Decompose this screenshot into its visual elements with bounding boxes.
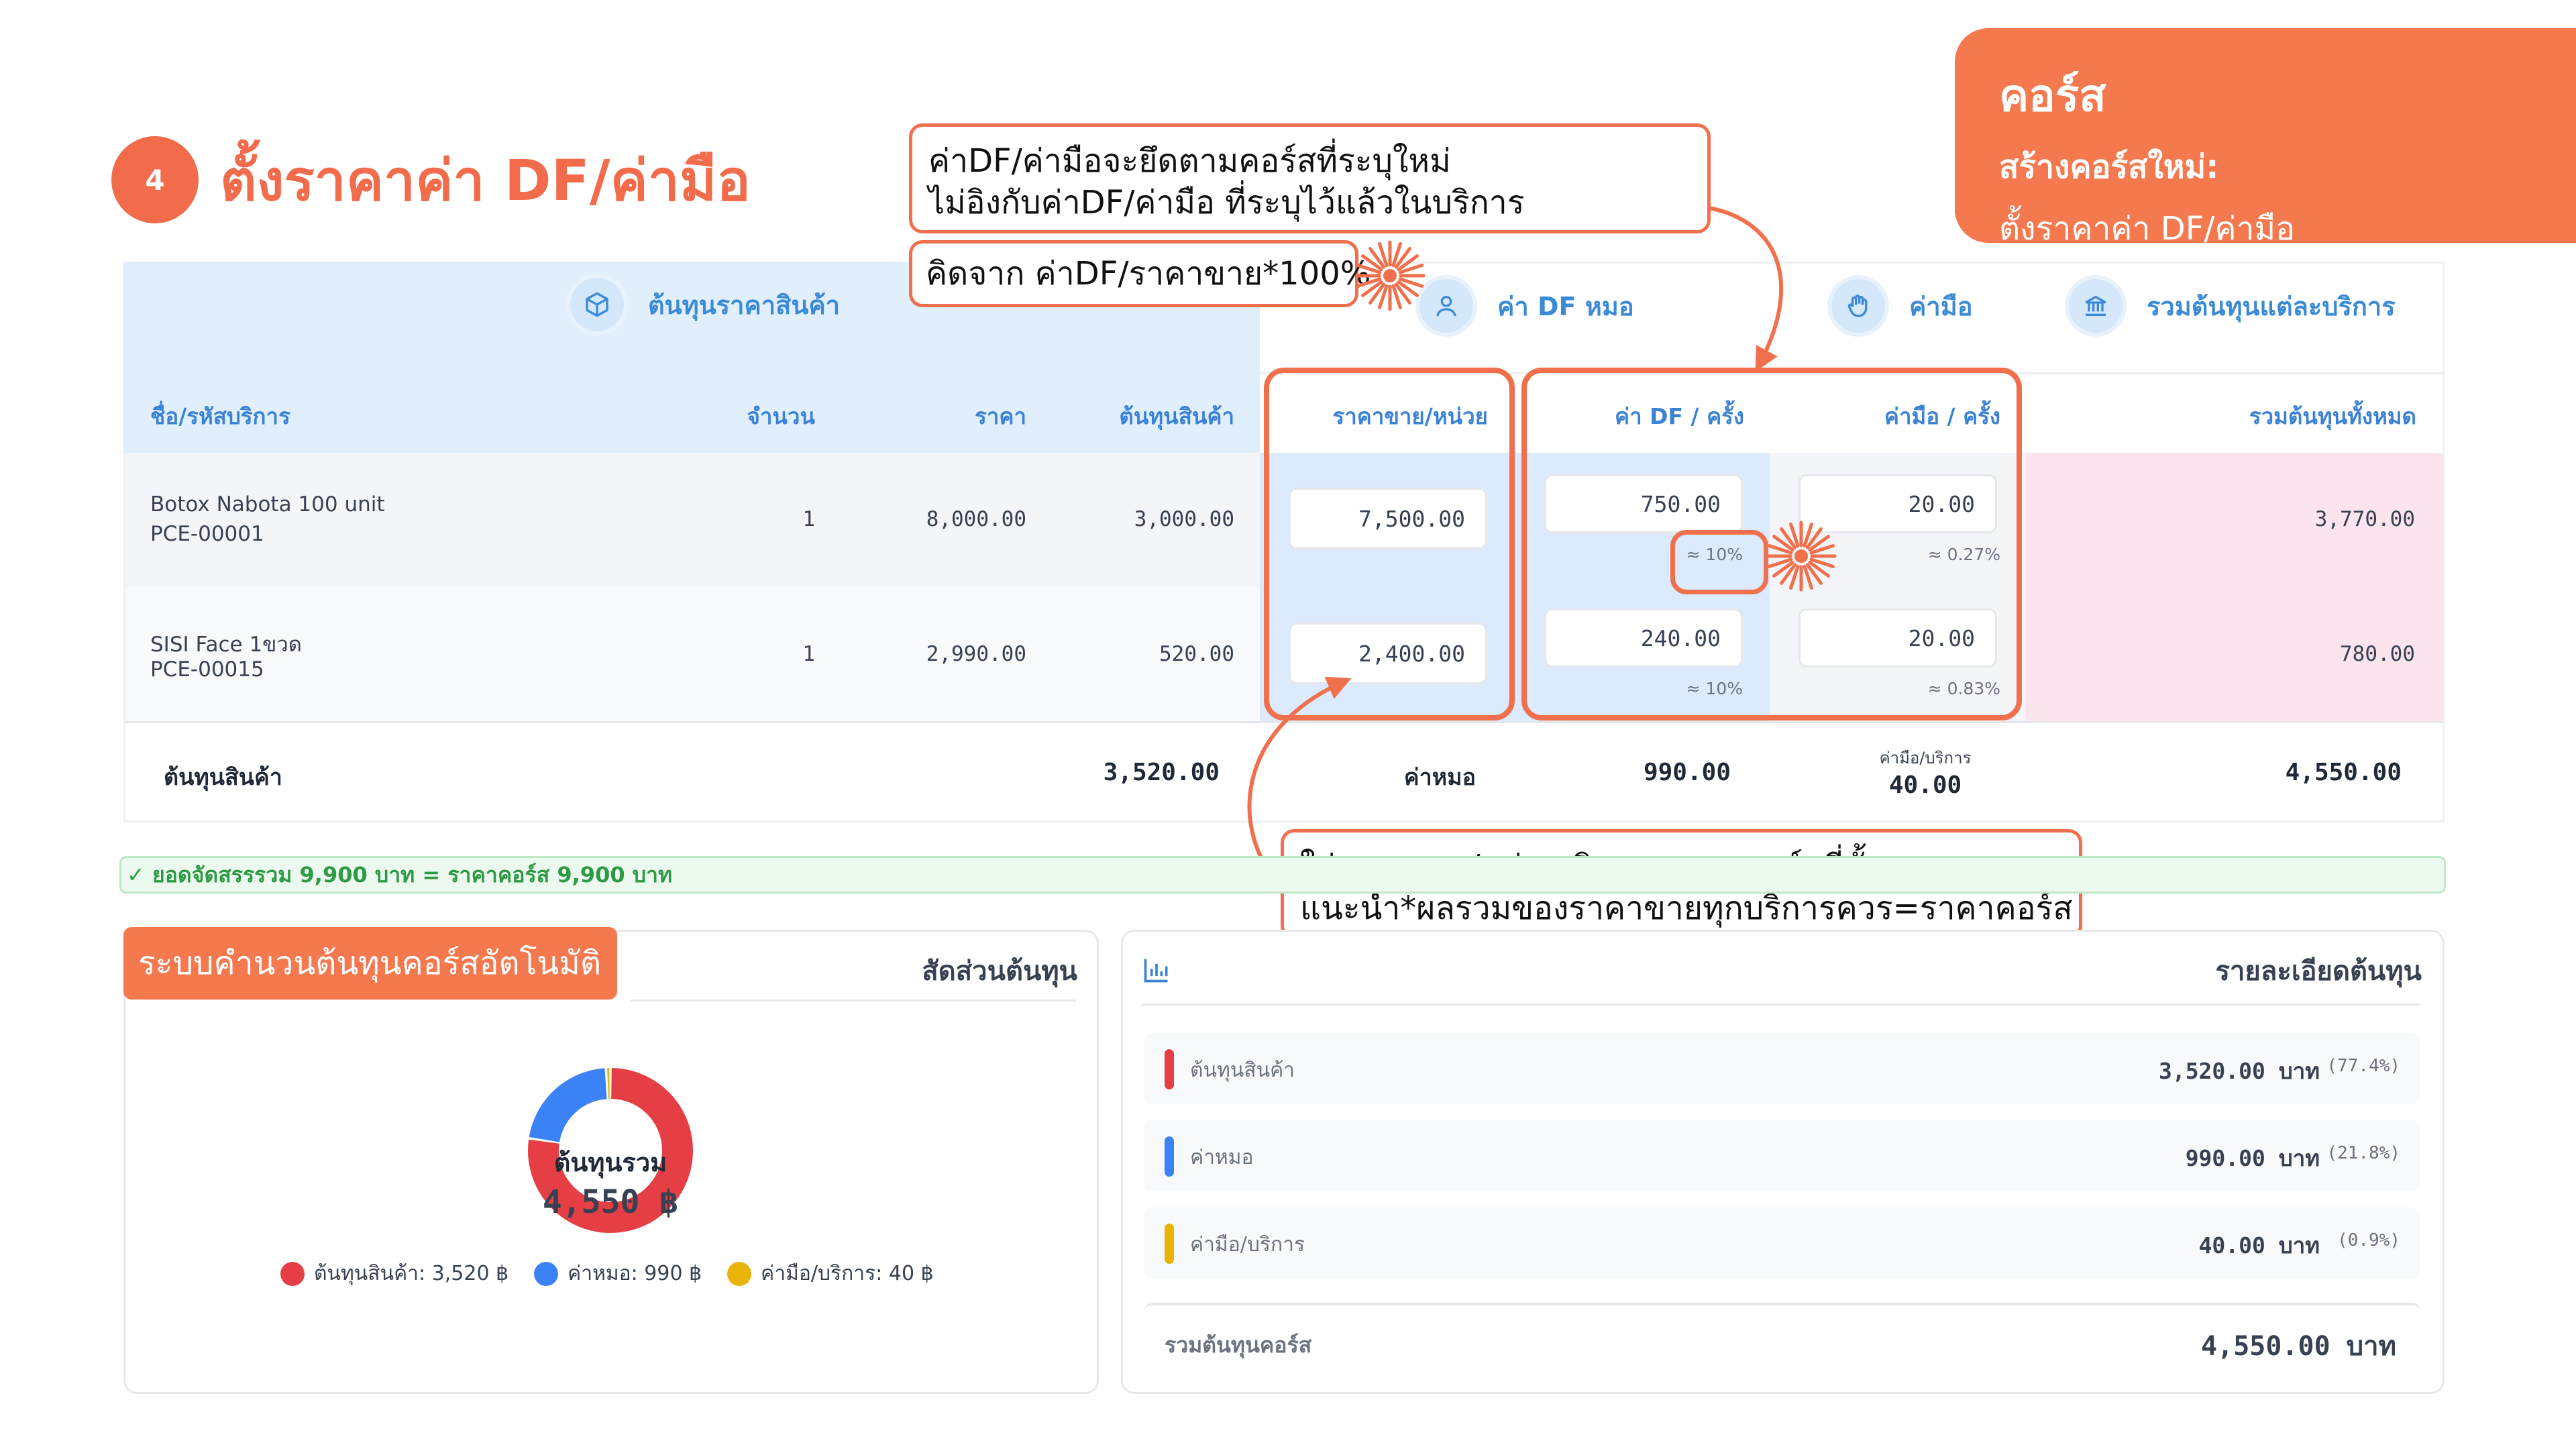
legend-dot-yellow xyxy=(727,1261,752,1286)
detail-total-value: 4,550.00 บาท xyxy=(2201,1331,2396,1362)
detail-row-hand: ค่ามือ/บริการ 40.00 บาท (0.9%) xyxy=(1144,1208,2420,1279)
left-panel-divider xyxy=(631,1000,1076,1002)
legend-item-hand: ค่ามือ/บริการ: 40 ฿ xyxy=(727,1258,934,1289)
cost-ratio-title: สัดส่วนต้นทุน xyxy=(922,956,1077,987)
donut-center-label: ต้นทุนรวม xyxy=(553,1148,667,1177)
donut-legend: ต้นทุนสินค้า: 3,520 ฿ ค่าหมอ: 990 ฿ ค่าม… xyxy=(280,1258,959,1289)
detail-total-row: รวมต้นทุนคอร์ส 4,550.00 บาท xyxy=(1144,1303,2420,1377)
right-panel-divider xyxy=(1142,1004,2420,1006)
detail-bar-blue xyxy=(1165,1136,1174,1177)
detail-row-percent: (77.4%) xyxy=(2326,1056,2400,1076)
detail-bar-yellow xyxy=(1165,1224,1174,1264)
detail-row-label: ค่าหมอ xyxy=(1190,1146,1254,1169)
detail-row-value: 990.00 บาท xyxy=(2185,1145,2320,1171)
bar-chart-icon xyxy=(1144,959,1168,983)
legend-label: ค่าหมอ: 990 ฿ xyxy=(568,1262,702,1285)
donut-center-value: 4,550 ฿ xyxy=(542,1183,679,1221)
connector-arrow-top xyxy=(1709,206,1783,372)
detail-row-value: 40.00 บาท xyxy=(2198,1232,2320,1258)
cost-detail-title: รายละเอียดต้นทุน xyxy=(2215,956,2422,987)
burst-icon xyxy=(1354,240,1426,311)
detail-bar-red xyxy=(1165,1049,1174,1089)
allocation-check-banner: ✓ ยอดจัดสรรรวม 9,900 บาท = ราคาคอร์ส 9,9… xyxy=(119,856,2446,894)
legend-item-doctor: ค่าหมอ: 990 ฿ xyxy=(534,1258,702,1289)
legend-dot-blue xyxy=(534,1261,559,1286)
detail-row-label: ค่ามือ/บริการ xyxy=(1190,1233,1305,1256)
connector-arrow-bottom xyxy=(1247,676,1352,886)
legend-label: ค่ามือ/บริการ: 40 ฿ xyxy=(761,1262,934,1285)
detail-total-label: รวมต้นทุนคอร์ส xyxy=(1165,1332,1312,1358)
legend-label: ต้นทุนสินค้า: 3,520 ฿ xyxy=(314,1262,509,1285)
detail-row-percent: (21.8%) xyxy=(2326,1143,2400,1163)
detail-row-percent: (0.9%) xyxy=(2337,1230,2400,1250)
detail-row-doctor: ค่าหมอ 990.00 บาท (21.8%) xyxy=(1144,1120,2420,1191)
auto-calc-tag: ระบบคำนวนต้นทุนคอร์สอัตโนมัติ xyxy=(123,927,617,1000)
legend-dot-red xyxy=(280,1261,305,1286)
detail-row-value: 3,520.00 บาท xyxy=(2158,1058,2320,1084)
detail-row-product-cost: ต้นทุนสินค้า 3,520.00 บาท (77.4%) xyxy=(1144,1033,2420,1104)
donut-slice-2 xyxy=(529,1068,608,1143)
legend-item-product-cost: ต้นทุนสินค้า: 3,520 ฿ xyxy=(280,1258,508,1289)
detail-row-label: ต้นทุนสินค้า xyxy=(1190,1059,1295,1082)
burst-icon xyxy=(1766,521,1837,592)
